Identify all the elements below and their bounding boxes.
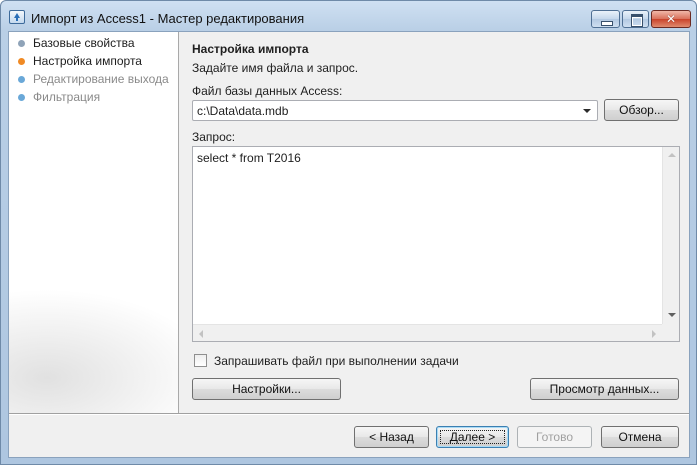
scroll-left-icon[interactable]	[194, 326, 209, 341]
minimize-button[interactable]	[591, 10, 620, 28]
close-button[interactable]: ✕	[651, 10, 691, 28]
scroll-right-icon[interactable]	[646, 326, 661, 341]
scroll-down-icon[interactable]	[664, 308, 679, 323]
back-button[interactable]: < Назад	[354, 426, 429, 448]
dropdown-arrow-icon[interactable]	[583, 109, 591, 113]
finish-button[interactable]: Готово	[517, 426, 592, 448]
ask-file-label[interactable]: Запрашивать файл при выполнении задачи	[214, 354, 459, 368]
step-status-dot-icon	[18, 40, 25, 47]
settings-button[interactable]: Настройки...	[192, 378, 341, 400]
window-title: Импорт из Access1 - Мастер редактировани…	[31, 11, 305, 26]
query-label: Запрос:	[192, 130, 236, 144]
step-label: Настройка импорта	[33, 54, 142, 68]
next-button[interactable]: Далее >	[436, 426, 509, 448]
close-icon: ✕	[665, 12, 677, 26]
title-bar[interactable]: Импорт из Access1 - Мастер редактировани…	[1, 1, 696, 31]
maximize-button[interactable]	[622, 10, 649, 28]
step-status-dot-icon	[18, 94, 25, 101]
scrollbar-corner	[662, 324, 679, 341]
wizard-client: Базовые свойства Настройка импорта Редак…	[8, 31, 690, 458]
page-subtitle: Задайте имя файла и запрос.	[192, 61, 359, 75]
scroll-up-icon[interactable]	[664, 148, 679, 163]
preview-data-button[interactable]: Просмотр данных...	[530, 378, 679, 400]
file-label: Файл базы данных Access:	[192, 84, 343, 98]
wizard-window: Импорт из Access1 - Мастер редактировани…	[0, 0, 697, 465]
browse-button[interactable]: Обзор...	[604, 99, 679, 121]
ask-file-checkbox[interactable]	[194, 354, 207, 367]
vertical-scrollbar[interactable]	[662, 147, 679, 324]
file-path-combobox[interactable]: c:\Data\data.mdb	[192, 100, 598, 121]
step-label: Редактирование выхода	[33, 72, 169, 86]
app-import-icon	[9, 10, 25, 24]
query-text: select * from T2016	[197, 151, 301, 165]
footer-divider	[9, 413, 689, 415]
file-path-value: c:\Data\data.mdb	[197, 104, 289, 118]
horizontal-scrollbar[interactable]	[193, 324, 662, 341]
step-status-dot-icon	[18, 58, 25, 65]
watermark-decoration	[9, 282, 178, 413]
focus-rect	[440, 430, 505, 444]
query-textarea[interactable]: select * from T2016	[192, 146, 680, 342]
steps-panel: Базовые свойства Настройка импорта Редак…	[9, 32, 179, 413]
page-title: Настройка импорта	[192, 42, 309, 56]
cancel-button[interactable]: Отмена	[601, 426, 679, 448]
step-status-dot-icon	[18, 76, 25, 83]
step-label: Базовые свойства	[33, 36, 135, 50]
step-label: Фильтрация	[33, 90, 101, 104]
